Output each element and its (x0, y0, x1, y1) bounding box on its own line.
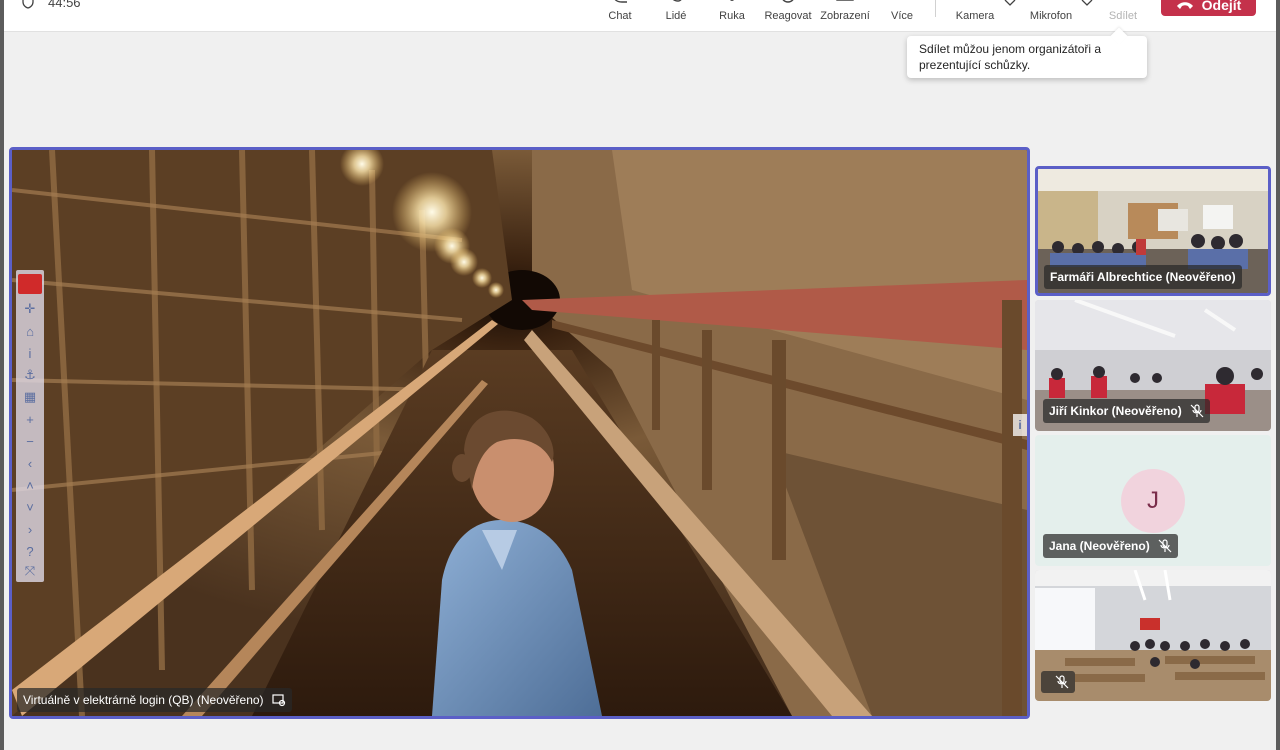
view-label: Zobrazení (820, 10, 870, 22)
mine-tunnel-video-frame (12, 150, 1027, 716)
map-controls-toolbar: ✛ ⌂ i ⚓ ▦ + − ‹ ˄ ˅ › ? ⤧ (16, 270, 44, 582)
screen-share-icon (271, 694, 285, 707)
raise-hand-button[interactable]: Ruka (702, 0, 762, 32)
help-icon[interactable]: ? (20, 542, 40, 560)
zoom-out-icon[interactable]: − (20, 432, 40, 450)
microphone-muted-icon (1158, 539, 1172, 553)
microphone-options-chevron-icon[interactable] (1080, 0, 1094, 8)
pan-right-icon[interactable]: › (20, 520, 40, 538)
share-label: Sdílet (1108, 10, 1138, 22)
share-disabled-tooltip: Sdílet můžou jenom organizátoři a prezen… (907, 36, 1147, 78)
participant-tile[interactable]: Jiří Kinkor (Neověřeno) (1035, 300, 1271, 431)
anchor-icon[interactable]: ⚓ (20, 366, 40, 384)
window-frame-right (1276, 0, 1280, 750)
raise-hand-icon (729, 0, 735, 1)
participant-name: Jana (Neověřeno) (1049, 539, 1150, 553)
participant-tile[interactable]: J Jana (Neověřeno) (1035, 435, 1271, 566)
avatar-initial: J (1147, 487, 1159, 514)
avatar: J (1121, 469, 1185, 533)
camera-icon (965, 0, 985, 6)
home-icon[interactable]: ⌂ (20, 322, 40, 340)
meeting-toolbar: 44:56 Chat Lidé Ruka Reagovat Zobrazení … (4, 0, 1276, 32)
raise-hand-label: Ruka (719, 10, 745, 22)
zoom-in-icon[interactable]: + (20, 410, 40, 428)
brand-logo (18, 274, 42, 294)
share-button[interactable]: Sdílet (1093, 0, 1153, 32)
info-side-button[interactable]: i (1013, 414, 1027, 436)
react-label: Reagovat (764, 10, 812, 22)
phone-hangup-icon (1176, 2, 1193, 9)
main-video-stage[interactable]: ✛ ⌂ i ⚓ ▦ + − ‹ ˄ ˅ › ? ⤧ i Virtuálně v … (9, 147, 1030, 719)
fullscreen-icon[interactable]: ⤧ (20, 562, 40, 580)
microphone-label: Mikrofon (1029, 10, 1073, 22)
meeting-timer: 44:56 (22, 0, 81, 10)
chat-button[interactable]: Chat (590, 0, 650, 32)
participant-name: Jiří Kinkor (Neověřeno) (1049, 404, 1182, 418)
microphone-icon (1041, 0, 1061, 6)
info-icon[interactable]: i (20, 344, 40, 362)
microphone-muted-icon (1055, 675, 1069, 689)
participant-name-tag: Jana (Neověřeno) (1043, 534, 1178, 558)
share-icon (1113, 0, 1133, 6)
camera-label: Kamera (955, 10, 995, 22)
participant-name: Farmáři Albrechtice (Neověřeno) (1050, 270, 1236, 284)
grid-icon[interactable]: ▦ (20, 388, 40, 406)
more-button[interactable]: Více (872, 0, 932, 32)
pan-left-icon[interactable]: ‹ (20, 454, 40, 472)
react-icon (782, 0, 794, 3)
pan-up-icon[interactable]: ˄ (20, 476, 40, 494)
participant-name-tag: Jiří Kinkor (Neověřeno) (1043, 399, 1210, 423)
chat-label: Chat (608, 10, 632, 22)
participant-tile[interactable] (1035, 570, 1271, 701)
chat-icon (614, 0, 627, 3)
view-icon (836, 0, 854, 1)
main-participant-name: Virtuálně v elektrárně login (QB) (Neově… (23, 693, 264, 707)
main-participant-name-tag: Virtuálně v elektrárně login (QB) (Neově… (17, 688, 292, 712)
camera-button[interactable]: Kamera (945, 0, 1005, 32)
window-frame-left (0, 0, 4, 750)
participant-tile[interactable]: Farmáři Albrechtice (Neověřeno) (1035, 166, 1271, 296)
toolbar-separator (935, 0, 936, 17)
people-icon (672, 0, 682, 2)
timer-text: 44:56 (48, 0, 81, 10)
react-button[interactable]: Reagovat (758, 0, 818, 32)
more-label: Více (890, 10, 913, 22)
microphone-button[interactable]: Mikrofon (1021, 0, 1081, 32)
view-button[interactable]: Zobrazení (815, 0, 875, 32)
people-button[interactable]: Lidé (646, 0, 706, 32)
participant-name-tag: Farmáři Albrechtice (Neověřeno) (1044, 265, 1242, 289)
leave-label: Odejít (1201, 0, 1242, 13)
camera-options-chevron-icon[interactable] (1003, 0, 1017, 8)
move-icon[interactable]: ✛ (20, 300, 40, 318)
microphone-muted-icon (1190, 404, 1204, 418)
tooltip-text: Sdílet můžou jenom organizátoři a prezen… (919, 42, 1102, 72)
pan-down-icon[interactable]: ˅ (20, 498, 40, 516)
people-label: Lidé (665, 10, 687, 22)
shield-icon (22, 0, 34, 9)
participant-name-tag (1041, 671, 1075, 693)
more-icon (892, 0, 912, 6)
leave-button[interactable]: Odejít (1161, 0, 1256, 16)
